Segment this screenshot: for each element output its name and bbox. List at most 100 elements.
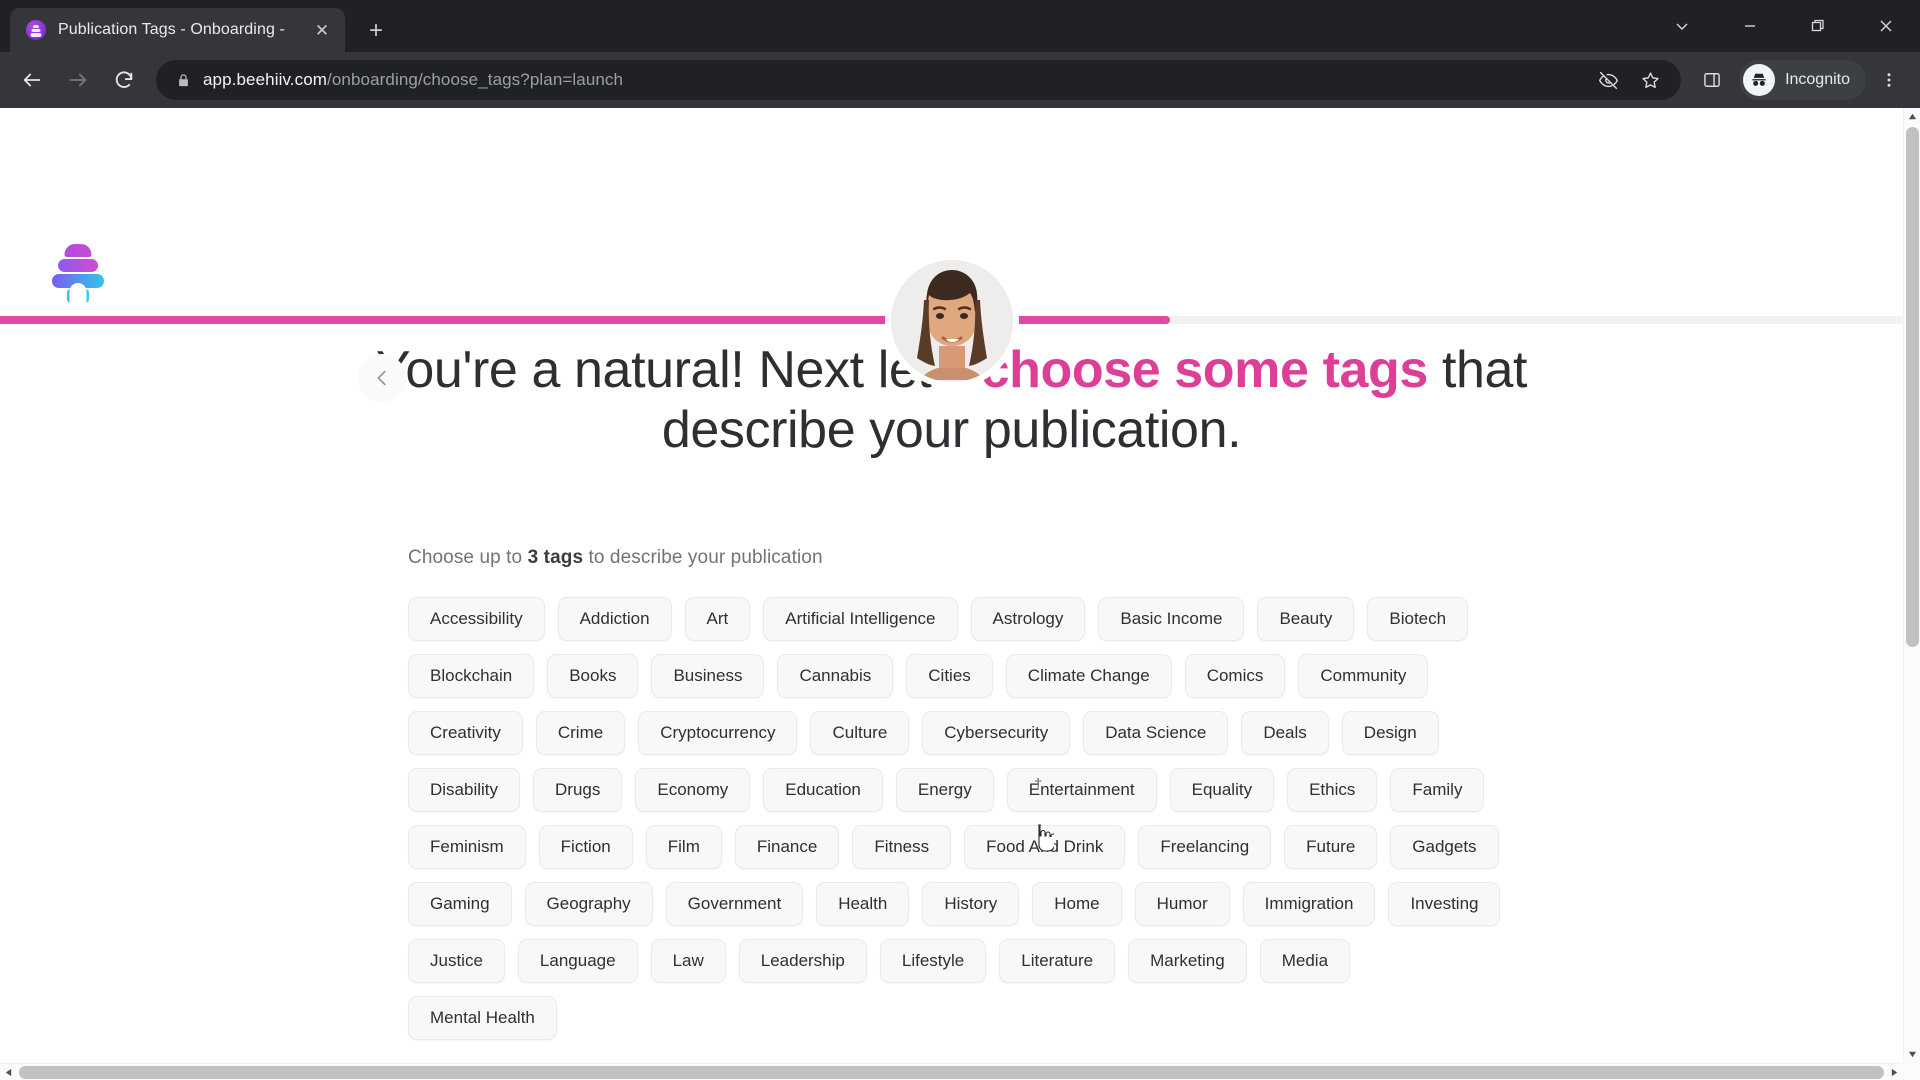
new-tab-button[interactable]: +	[359, 14, 393, 48]
browser-tab[interactable]: Publication Tags - Onboarding - ✕	[10, 8, 345, 52]
tag-chip[interactable]: Law	[650, 938, 726, 983]
tag-chip[interactable]: Disability	[408, 767, 521, 812]
reload-button[interactable]	[102, 58, 146, 102]
vertical-scrollbar[interactable]	[1903, 108, 1920, 1063]
tag-chip[interactable]: Business	[651, 653, 765, 698]
omnibox-actions	[1591, 63, 1667, 97]
scroll-down-arrow-icon[interactable]	[1904, 1046, 1920, 1063]
back-button[interactable]	[10, 58, 54, 102]
scrollbar-corner	[1903, 1063, 1920, 1080]
eye-slash-icon[interactable]	[1591, 63, 1625, 97]
tag-chip[interactable]: Language	[517, 938, 638, 983]
tag-chip[interactable]: Home	[1032, 881, 1122, 926]
three-dot-menu-icon[interactable]	[1868, 59, 1910, 101]
tag-chip[interactable]: Artificial Intelligence	[763, 596, 958, 641]
scroll-right-arrow-icon[interactable]	[1886, 1064, 1903, 1080]
vertical-scrollbar-thumb[interactable]	[1906, 127, 1919, 647]
tag-chip[interactable]: Gadgets	[1390, 824, 1499, 869]
tag-chip[interactable]: History	[922, 881, 1020, 926]
tag-chip[interactable]: Immigration	[1242, 881, 1376, 926]
maximize-button[interactable]	[1784, 0, 1852, 52]
onboarding-avatar	[890, 260, 1013, 382]
lock-icon	[176, 73, 191, 88]
profile-label: Incognito	[1785, 71, 1850, 88]
scroll-up-arrow-icon[interactable]	[1904, 108, 1920, 125]
tag-chip[interactable]: Fiction	[538, 824, 633, 869]
tag-chip[interactable]: Finance	[734, 824, 840, 869]
tag-chip[interactable]: Marketing	[1128, 938, 1247, 983]
tag-chip[interactable]: Education	[763, 767, 883, 812]
tag-chip[interactable]: Cannabis	[777, 653, 894, 698]
heading-part1: You're a natural! Next let's	[375, 341, 981, 399]
tag-chip[interactable]: Gaming	[408, 881, 512, 926]
minimize-button[interactable]	[1716, 0, 1784, 52]
side-panel-icon[interactable]	[1691, 59, 1733, 101]
page-viewport: You're a natural! Next let's choose some…	[0, 108, 1920, 1080]
tag-chip[interactable]: Accessibility	[408, 596, 545, 641]
tag-chip[interactable]: Blockchain	[408, 653, 535, 698]
tag-chip[interactable]: Media	[1259, 938, 1351, 983]
tag-chip[interactable]: Film	[645, 824, 722, 869]
instruction-count: 3 tags	[527, 546, 584, 568]
tag-chip[interactable]: Biotech	[1367, 596, 1469, 641]
profile-incognito-button[interactable]: Incognito	[1739, 60, 1866, 100]
instruction-suffix: to describe your publication	[583, 546, 823, 568]
tag-chip[interactable]: Cryptocurrency	[638, 710, 798, 755]
tag-chip[interactable]: Future	[1284, 824, 1378, 869]
tag-chip[interactable]: Comics	[1184, 653, 1286, 698]
forward-button[interactable]	[56, 58, 100, 102]
tag-chip[interactable]: Culture	[810, 710, 910, 755]
tag-chip[interactable]: Fitness	[852, 824, 952, 869]
tag-chip[interactable]: Deals	[1241, 710, 1329, 755]
browser-window: Publication Tags - Onboarding - ✕ + app.…	[0, 0, 1920, 1080]
tag-chip[interactable]: Food And Drink	[964, 824, 1126, 869]
tag-chip[interactable]: Drugs	[533, 767, 623, 812]
tag-chip[interactable]: Creativity	[408, 710, 523, 755]
tag-chip[interactable]: Literature	[999, 938, 1116, 983]
horizontal-scrollbar[interactable]	[0, 1063, 1920, 1080]
tag-chip[interactable]: Cybersecurity	[922, 710, 1071, 755]
tab-search-button[interactable]	[1648, 0, 1716, 52]
tag-chip[interactable]: Investing	[1388, 881, 1501, 926]
tag-chip[interactable]: Health	[816, 881, 910, 926]
incognito-icon	[1743, 64, 1776, 96]
close-window-button[interactable]	[1852, 0, 1920, 52]
star-icon[interactable]	[1633, 63, 1667, 97]
tag-chip[interactable]: Humor	[1134, 881, 1230, 926]
tag-chip[interactable]: Books	[547, 653, 639, 698]
tag-chip[interactable]: Equality	[1169, 767, 1275, 812]
tag-chip[interactable]: Geography	[524, 881, 653, 926]
tag-chip[interactable]: Freelancing	[1138, 824, 1272, 869]
tag-chip[interactable]: Data Science	[1083, 710, 1229, 755]
tag-chip[interactable]: Lifestyle	[879, 938, 987, 983]
tag-chip[interactable]: Family	[1390, 767, 1485, 812]
beehiiv-logo[interactable]	[52, 244, 104, 303]
tag-chip[interactable]: Cities	[906, 653, 993, 698]
tag-chip[interactable]: Energy	[895, 767, 994, 812]
horizontal-scrollbar-thumb[interactable]	[19, 1066, 1884, 1079]
address-bar[interactable]: app.beehiiv.com/onboarding/choose_tags?p…	[156, 60, 1682, 100]
tag-chip[interactable]: Addiction	[557, 596, 672, 641]
instruction-prefix: Choose up to	[408, 546, 528, 568]
text-caret: †	[1034, 776, 1043, 793]
tag-chip[interactable]: Ethics	[1287, 767, 1378, 812]
close-icon[interactable]: ✕	[309, 17, 335, 43]
tag-chip[interactable]: Design	[1341, 710, 1439, 755]
tag-chip[interactable]: Leadership	[738, 938, 867, 983]
tag-chip[interactable]: Art	[684, 596, 751, 641]
tag-chip[interactable]: Climate Change	[1005, 653, 1172, 698]
chevron-left-icon[interactable]	[358, 354, 406, 402]
scroll-left-arrow-icon[interactable]	[0, 1064, 17, 1080]
tag-chip[interactable]: Astrology	[970, 596, 1086, 641]
tag-chip[interactable]: Entertainment	[1006, 767, 1157, 812]
tag-chip[interactable]: Community	[1298, 653, 1429, 698]
window-controls	[1648, 0, 1920, 52]
tag-chip[interactable]: Government	[665, 881, 804, 926]
tag-chip[interactable]: Basic Income	[1098, 596, 1245, 641]
tag-chip[interactable]: Crime	[535, 710, 626, 755]
tag-chip[interactable]: Economy	[635, 767, 751, 812]
tag-chip[interactable]: Mental Health	[408, 995, 557, 1040]
tag-chip[interactable]: Justice	[408, 938, 505, 983]
tag-chip[interactable]: Beauty	[1257, 596, 1355, 641]
tag-chip[interactable]: Feminism	[408, 824, 526, 869]
